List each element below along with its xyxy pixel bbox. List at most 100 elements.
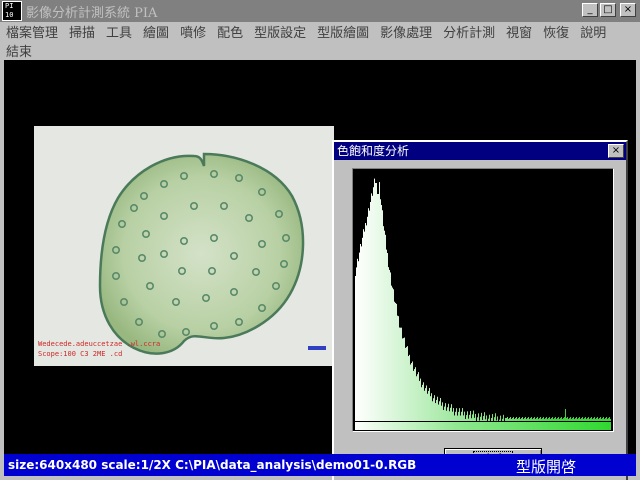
histogram-bar xyxy=(393,289,394,421)
histogram-bar xyxy=(584,418,585,421)
histogram-bar xyxy=(430,396,431,421)
saturation-dialog[interactable]: 色飽和度分析 × 確定 xyxy=(332,140,628,480)
histogram-bar xyxy=(367,216,368,421)
histogram-bar xyxy=(539,418,540,421)
histogram-bar xyxy=(474,417,475,421)
histogram-bar xyxy=(370,202,371,421)
histogram-bar xyxy=(587,418,588,421)
histogram-bar xyxy=(426,385,427,421)
dialog-close-button[interactable]: × xyxy=(608,144,624,158)
menu-item[interactable]: 型版繪圖 xyxy=(317,22,369,41)
menu-item[interactable]: 繪圖 xyxy=(143,22,169,41)
histogram-bar xyxy=(588,417,589,421)
histogram-bar xyxy=(473,410,474,421)
minimize-button[interactable]: _ xyxy=(582,3,598,17)
histogram-bar xyxy=(534,417,535,421)
restore-button[interactable]: □ xyxy=(600,3,616,17)
histogram-bar xyxy=(489,414,490,421)
menu-item[interactable]: 說明 xyxy=(580,22,606,41)
histogram-bar xyxy=(520,419,521,421)
histogram-bar xyxy=(459,408,460,421)
histogram-bar xyxy=(576,417,577,421)
histogram-bar xyxy=(515,418,516,421)
window-title-bar[interactable]: PI 10 影像分析計測系統 PIA _ □ × xyxy=(0,0,640,22)
histogram-bar xyxy=(445,403,446,421)
histogram-bar xyxy=(377,194,378,421)
menu-item[interactable]: 視窗 xyxy=(506,22,532,41)
histogram-bar xyxy=(535,419,536,421)
histogram-bar xyxy=(529,419,530,421)
histogram-bar xyxy=(462,408,463,421)
menu-item[interactable]: 結束 xyxy=(6,41,32,60)
histogram-bar xyxy=(470,411,471,421)
histogram-bar xyxy=(599,418,600,421)
histogram-bar xyxy=(404,337,405,421)
menu-item[interactable]: 工具 xyxy=(106,22,132,41)
histogram-bar xyxy=(444,406,445,421)
histogram-bar xyxy=(524,418,525,421)
histogram-bar xyxy=(468,418,469,421)
histogram-bar xyxy=(532,419,533,421)
histogram-bar xyxy=(508,419,509,421)
histogram-bar xyxy=(403,338,404,421)
histogram-bar xyxy=(413,370,414,421)
histogram-bar xyxy=(420,378,421,421)
histogram-bar xyxy=(408,356,409,421)
histogram-bar xyxy=(416,376,417,421)
histogram-bar xyxy=(386,249,387,421)
histogram-bar xyxy=(451,404,452,421)
histogram-bar xyxy=(583,419,584,421)
histogram-bar xyxy=(594,417,595,421)
histogram-bar xyxy=(527,418,528,421)
histogram-bar xyxy=(457,415,458,421)
histogram-bar xyxy=(555,417,556,421)
window-controls: _ □ × xyxy=(582,3,636,17)
dialog-title-bar[interactable]: 色飽和度分析 × xyxy=(334,142,626,160)
histogram-bar xyxy=(431,393,432,421)
histogram-bar xyxy=(475,413,476,421)
menu-item[interactable]: 分析計測 xyxy=(443,22,495,41)
specimen-caption-1: Wedecede.adeuccetzae .wl.ccra xyxy=(38,340,161,348)
histogram-bar xyxy=(586,419,587,421)
histogram-bar xyxy=(598,419,599,421)
histogram-bar xyxy=(482,419,483,421)
histogram-bar xyxy=(582,417,583,421)
specimen-image: Wedecede.adeuccetzae .wl.ccra Scope:100 … xyxy=(34,126,334,366)
image-workspace[interactable]: Wedecede.adeuccetzae .wl.ccra Scope:100 … xyxy=(4,60,636,480)
histogram-bar xyxy=(456,408,457,421)
histogram-bar xyxy=(368,208,369,421)
app-logo-text-2: 10 xyxy=(5,11,14,19)
histogram-bar xyxy=(448,403,449,421)
menu-item[interactable]: 檔案管理 xyxy=(6,22,58,41)
histogram-bar xyxy=(507,417,508,421)
histogram-bar xyxy=(412,361,413,421)
close-button[interactable]: × xyxy=(620,3,636,17)
histogram-bar xyxy=(581,418,582,421)
histogram-bar xyxy=(414,369,415,421)
histogram-bar xyxy=(605,418,606,421)
menu-item[interactable]: 噴修 xyxy=(180,22,206,41)
menu-row-1: 檔案管理 掃描 工具 繪圖 噴修 配色 型版設定 型版繪圖 影像處理 分析計測 視窗 恢復 說明 xyxy=(0,22,640,41)
histogram-bar xyxy=(437,396,438,421)
histogram-bar xyxy=(447,407,448,421)
histogram-bar xyxy=(380,199,381,421)
histogram-bar xyxy=(544,419,545,421)
histogram-bar xyxy=(571,419,572,421)
histogram-bar xyxy=(384,230,385,421)
histogram-bar xyxy=(366,225,367,421)
histogram-bar xyxy=(375,183,376,421)
menu-item[interactable]: 影像處理 xyxy=(380,22,432,41)
histogram-bar xyxy=(547,419,548,421)
histogram-bar xyxy=(592,419,593,421)
menu-item[interactable]: 型版設定 xyxy=(254,22,306,41)
histogram-bar xyxy=(389,269,390,421)
menu-item[interactable]: 掃描 xyxy=(69,22,95,41)
status-text: size:640x480 scale:1/2X C:\PIA\data_anal… xyxy=(8,458,417,472)
menu-item[interactable]: 恢復 xyxy=(543,22,569,41)
histogram-bar xyxy=(540,417,541,421)
histogram-bar xyxy=(502,418,503,421)
histogram-bar xyxy=(578,418,579,421)
histogram-bar xyxy=(374,178,375,421)
histogram-bar xyxy=(422,384,423,421)
menu-item[interactable]: 配色 xyxy=(217,22,243,41)
